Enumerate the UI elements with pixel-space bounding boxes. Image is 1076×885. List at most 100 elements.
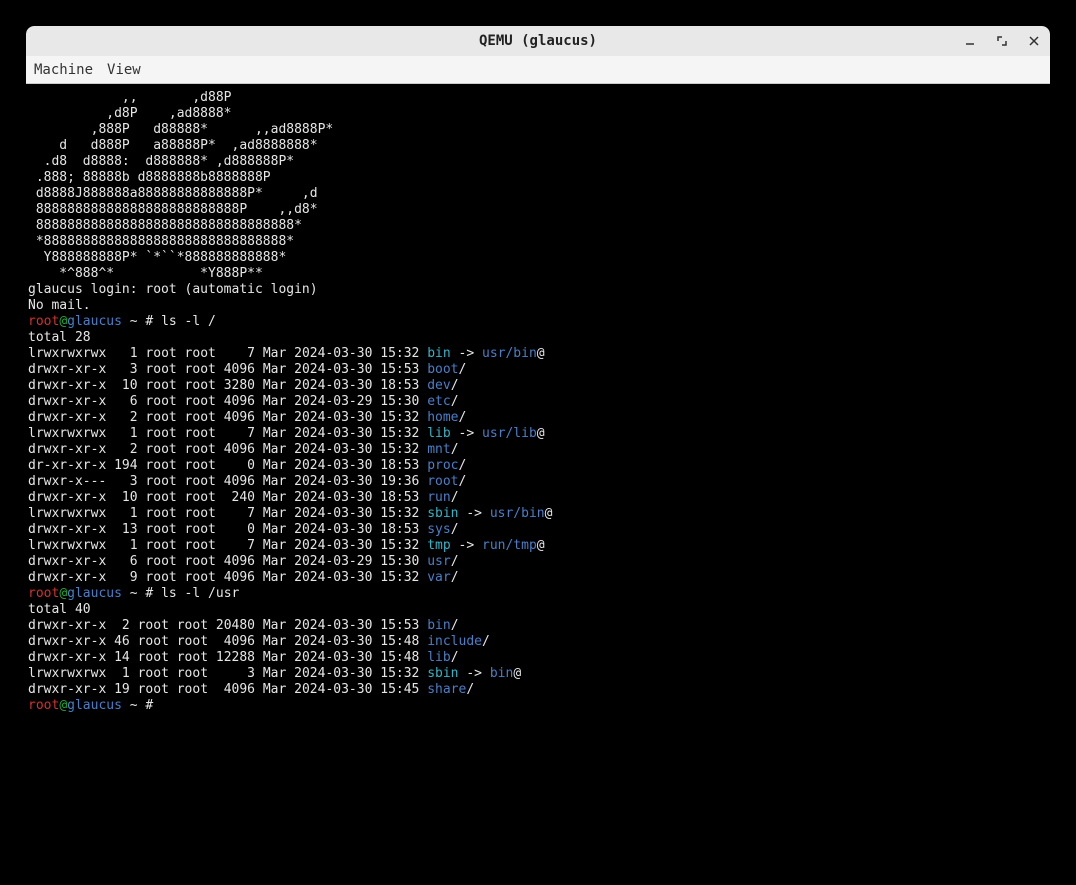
prompt-host: glaucus	[67, 586, 122, 601]
ls-size: 4096	[216, 394, 255, 409]
ls-arrow: ->	[459, 666, 490, 681]
ls-row: drwxr-xr-x 2 root root 4096 Mar 2024-03-…	[28, 410, 1048, 426]
ascii-art-text: 88888888888888888888888888P ,,d8*	[28, 202, 318, 217]
ls-header: total 40	[28, 602, 1048, 618]
ls-owner: root root	[138, 362, 216, 377]
ls-links: 1	[106, 538, 137, 553]
ascii-art-line: .888; 88888b d8888888b8888888P	[28, 170, 1048, 186]
ls-size: 7	[216, 426, 255, 441]
ls-suffix: /	[451, 554, 459, 569]
ls-name: lib	[427, 426, 450, 441]
ls-name: proc	[427, 458, 458, 473]
login-text: glaucus login: root (automatic login)	[28, 282, 318, 297]
ls-perm: drwxr-xr-x	[28, 394, 106, 409]
ascii-art-text: d d888P a88888P* ,ad8888888*	[28, 138, 318, 153]
ascii-art-line: 88888888888888888888888888P ,,d8*	[28, 202, 1048, 218]
menu-machine[interactable]: Machine	[34, 62, 93, 78]
ls-target: run/tmp	[482, 538, 537, 553]
ls-row: drwxr-xr-x 46 root root 4096 Mar 2024-03…	[28, 634, 1048, 650]
ls-name: dev	[427, 378, 450, 393]
close-button[interactable]	[1024, 31, 1044, 51]
ls-perm: lrwxrwxrwx	[28, 346, 106, 361]
ls-name: include	[427, 634, 482, 649]
ls-links: 1	[106, 346, 137, 361]
ls-links: 14	[106, 650, 129, 665]
ls-row: lrwxrwxrwx 1 root root 7 Mar 2024-03-30 …	[28, 426, 1048, 442]
ls-name: tmp	[427, 538, 450, 553]
ascii-art-text: *8888888888888888888888888888888*	[28, 234, 294, 249]
ls-row: drwxr-xr-x 10 root root 3280 Mar 2024-03…	[28, 378, 1048, 394]
ls-links: 6	[106, 394, 137, 409]
ls-size: 0	[216, 458, 255, 473]
prompt-command: ls -l /usr	[161, 586, 239, 601]
window-controls	[960, 26, 1044, 56]
maximize-button[interactable]	[992, 31, 1012, 51]
prompt-user: root	[28, 586, 59, 601]
ls-suffix: /	[459, 362, 467, 377]
ascii-art-line: ,d8P ,ad8888*	[28, 106, 1048, 122]
ls-perm: drwxr-xr-x	[28, 634, 106, 649]
ls-links: 3	[106, 362, 137, 377]
ascii-art-line: 888888888888888888888888888888888*	[28, 218, 1048, 234]
prompt-rest: ~ #	[122, 698, 161, 713]
ls-date: Mar 2024-03-30 18:53	[255, 458, 427, 473]
terminal-line: root@glaucus ~ # ls -l /	[28, 314, 1048, 330]
ls-name: sys	[427, 522, 450, 537]
ascii-art-text: .d8 d8888: d888888* ,d888888P*	[28, 154, 294, 169]
ascii-art-line: d8888J888888a88888888888888P* ,d	[28, 186, 1048, 202]
ls-date: Mar 2024-03-30 15:32	[255, 506, 427, 521]
ls-size: 3	[208, 666, 255, 681]
ls-suffix: /	[451, 394, 459, 409]
ls-perm: drwxr-xr-x	[28, 522, 106, 537]
ls-links: 46	[106, 634, 129, 649]
ls-name: boot	[427, 362, 458, 377]
ls-name: root	[427, 474, 458, 489]
ls-row: drwxr-xr-x 10 root root 240 Mar 2024-03-…	[28, 490, 1048, 506]
ls-date: Mar 2024-03-30 15:32	[255, 442, 427, 457]
titlebar[interactable]: QEMU (glaucus)	[26, 26, 1050, 56]
ls-name: etc	[427, 394, 450, 409]
ascii-art-line: ,, ,d88P	[28, 90, 1048, 106]
ascii-art-text: ,888P d88888* ,,ad8888P*	[28, 122, 333, 137]
ls-name: mnt	[427, 442, 450, 457]
ls-arrow: ->	[459, 506, 490, 521]
prompt-at: @	[59, 314, 67, 329]
prompt-command: ls -l /	[161, 314, 216, 329]
ls-owner: root root	[138, 346, 216, 361]
ls-links: 1	[106, 426, 137, 441]
prompt-host: glaucus	[67, 698, 122, 713]
ls-date: Mar 2024-03-29 15:30	[255, 554, 427, 569]
prompt-rest: ~ #	[122, 586, 161, 601]
ls-suffix: @	[513, 666, 521, 681]
prompt-at: @	[59, 698, 67, 713]
ls-links: 2	[106, 410, 137, 425]
menu-view[interactable]: View	[107, 62, 141, 78]
ls-name: var	[427, 570, 450, 585]
ls-target: usr/lib	[482, 426, 537, 441]
ls-suffix: /	[451, 490, 459, 505]
ls-perm: lrwxrwxrwx	[28, 538, 106, 553]
ls-date: Mar 2024-03-30 18:53	[255, 378, 427, 393]
ls-suffix: /	[451, 618, 459, 633]
ls-row: lrwxrwxrwx 1 root root 7 Mar 2024-03-30 …	[28, 538, 1048, 554]
ls-perm: drwxr-x---	[28, 474, 106, 489]
ls-date: Mar 2024-03-30 15:32	[255, 410, 427, 425]
ls-size: 3280	[216, 378, 255, 393]
ls-owner: root root	[138, 442, 216, 457]
ls-arrow: ->	[451, 426, 482, 441]
ls-suffix: /	[459, 410, 467, 425]
ls-date: Mar 2024-03-30 15:45	[255, 682, 427, 697]
ls-row: lrwxrwxrwx 1 root root 7 Mar 2024-03-30 …	[28, 506, 1048, 522]
ls-perm: drwxr-xr-x	[28, 618, 106, 633]
ascii-art-line: ,888P d88888* ,,ad8888P*	[28, 122, 1048, 138]
ascii-art-text: ,, ,d88P	[28, 90, 232, 105]
ls-suffix: @	[537, 346, 545, 361]
terminal-line: root@glaucus ~ #	[28, 698, 1048, 714]
ls-size: 240	[216, 490, 255, 505]
minimize-button[interactable]	[960, 31, 980, 51]
ls-date: Mar 2024-03-30 15:32	[255, 666, 427, 681]
terminal-viewport[interactable]: ,, ,d88P ,d8P ,ad8888* ,888P d88888* ,,a…	[26, 84, 1050, 880]
ls-name: lib	[427, 650, 450, 665]
ls-suffix: /	[482, 634, 490, 649]
ls-row: drwxr-xr-x 6 root root 4096 Mar 2024-03-…	[28, 394, 1048, 410]
